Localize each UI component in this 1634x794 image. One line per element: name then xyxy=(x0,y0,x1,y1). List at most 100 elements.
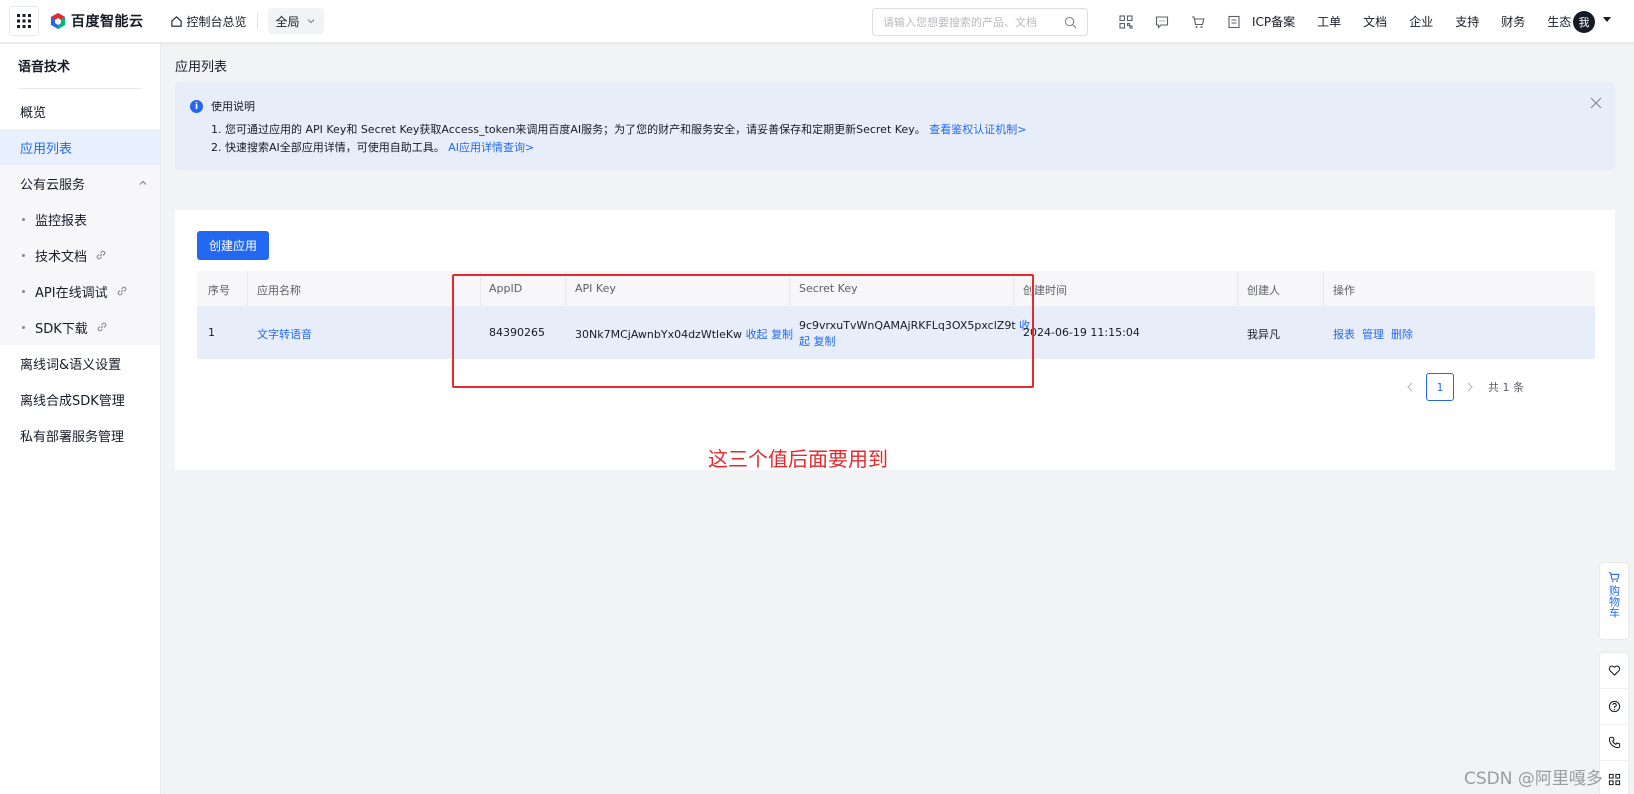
notice-line-1-text: 1. 您可通过应用的 API Key和 Secret Key获取Access_t… xyxy=(211,123,926,136)
chevron-right-icon xyxy=(1467,382,1473,392)
usage-notice: i 使用说明 1. 您可通过应用的 API Key和 Secret Key获取A… xyxy=(175,82,1615,170)
auth-mechanism-link[interactable]: 查看鉴权认证机制> xyxy=(929,123,1026,136)
user-avatar[interactable]: 我 xyxy=(1573,11,1595,33)
cart-button[interactable] xyxy=(1180,0,1216,43)
prev-page-button[interactable] xyxy=(1400,373,1420,401)
floating-cart-label: 购物车 xyxy=(1607,585,1621,618)
th-index: 序号 xyxy=(208,284,230,297)
qrcode-button[interactable] xyxy=(1108,0,1144,43)
chevron-up-icon xyxy=(139,180,147,185)
report-link[interactable]: 报表 xyxy=(1333,328,1355,341)
sidebar: 语音技术 概览 应用列表 公有云服务 监控报表 技术文档 API在线调试 SDK… xyxy=(0,44,161,794)
sidebar-divider xyxy=(18,88,142,89)
info-icon: i xyxy=(190,100,203,113)
sidebar-item-private-deploy[interactable]: 私有部署服务管理 xyxy=(0,417,160,453)
bullet-dot xyxy=(22,289,25,293)
sidebar-item-label: 监控报表 xyxy=(35,213,88,229)
sidebar-item-label: 应用列表 xyxy=(20,141,73,157)
th-actions: 操作 xyxy=(1333,284,1355,297)
notice-line-1: 1. 您可通过应用的 API Key和 Secret Key获取Access_t… xyxy=(211,121,1026,137)
brand-logo[interactable]: 百度智能云 xyxy=(49,11,144,31)
billing-button[interactable] xyxy=(1216,0,1252,43)
create-app-button[interactable]: 创建应用 xyxy=(197,231,270,260)
contact-button[interactable] xyxy=(1600,725,1628,761)
billing-icon xyxy=(1228,15,1240,28)
region-selector[interactable]: 全局 xyxy=(267,8,324,34)
topbar-icon-group xyxy=(1108,0,1252,43)
page-number-button[interactable]: 1 xyxy=(1426,373,1454,401)
app-detail-query-link[interactable]: AI应用详情查询> xyxy=(448,141,534,154)
menu-finance[interactable]: 财务 xyxy=(1501,13,1525,30)
phone-icon xyxy=(1608,736,1620,749)
cell-creator: 我异凡 xyxy=(1247,328,1280,341)
bullet-dot xyxy=(22,217,25,221)
product-menu-button[interactable] xyxy=(9,6,39,36)
external-link-icon xyxy=(96,250,106,260)
cell-app-name: 文字转语音 xyxy=(257,326,312,342)
page-title: 应用列表 xyxy=(175,60,228,75)
column-divider xyxy=(1323,271,1324,306)
menu-enterprise[interactable]: 企业 xyxy=(1409,13,1433,30)
sidebar-item-app-list[interactable]: 应用列表 xyxy=(0,129,160,165)
sidebar-item-label: 离线词&语义设置 xyxy=(20,357,122,373)
help-button[interactable] xyxy=(1600,689,1628,725)
sidebar-item-tech-docs[interactable]: 技术文档 xyxy=(0,237,160,273)
next-page-button[interactable] xyxy=(1460,373,1480,401)
global-search xyxy=(872,8,1088,36)
bullet-dot xyxy=(22,253,25,257)
heart-icon xyxy=(1608,665,1620,676)
sidebar-item-label: 私有部署服务管理 xyxy=(20,429,125,445)
bullet-dot xyxy=(22,325,25,329)
sidebar-item-overview[interactable]: 概览 xyxy=(0,93,160,129)
menu-ticket[interactable]: 工单 xyxy=(1317,13,1341,30)
menu-icp[interactable]: ICP备案 xyxy=(1252,13,1295,30)
sidebar-item-public-cloud[interactable]: 公有云服务 xyxy=(0,165,160,201)
baidu-cloud-logo-icon xyxy=(51,13,65,29)
th-creator: 创建人 xyxy=(1247,284,1280,297)
qrcode-icon xyxy=(1119,14,1133,29)
brand-name: 百度智能云 xyxy=(71,14,144,30)
chevron-down-icon xyxy=(307,19,314,24)
sidebar-item-offline-words[interactable]: 离线词&语义设置 xyxy=(0,345,160,381)
menu-docs[interactable]: 文档 xyxy=(1363,13,1387,30)
sidebar-item-label: API在线调试 xyxy=(35,285,108,301)
menu-ecosystem[interactable]: 生态 xyxy=(1547,13,1571,30)
notice-line-2: 2. 快速搜索AI全部应用详情，可使用自助工具。 AI应用详情查询> xyxy=(211,139,534,155)
app-name-link[interactable]: 文字转语音 xyxy=(257,328,312,341)
cart-icon xyxy=(1192,15,1205,28)
search-icon[interactable] xyxy=(1064,16,1077,29)
delete-link[interactable]: 删除 xyxy=(1391,328,1413,341)
close-icon[interactable] xyxy=(1589,96,1603,110)
sidebar-item-label: 概览 xyxy=(20,105,47,121)
notice-line-2-text: 2. 快速搜索AI全部应用详情，可使用自助工具。 xyxy=(211,141,445,154)
sidebar-title: 语音技术 xyxy=(18,60,71,75)
cell-index: 1 xyxy=(208,326,215,339)
chevron-left-icon xyxy=(1407,382,1413,392)
top-menu: ICP备案 工单 文档 企业 支持 财务 生态 xyxy=(1252,0,1593,43)
help-icon xyxy=(1608,700,1620,713)
search-input[interactable] xyxy=(883,15,1064,29)
pagination-total: 共 1 条 xyxy=(1488,381,1524,394)
pagination: 1 共 1 条 xyxy=(1400,372,1524,402)
menu-support[interactable]: 支持 xyxy=(1455,13,1479,30)
notice-title: 使用说明 xyxy=(211,100,255,113)
main-content: 应用列表 i 使用说明 1. 您可通过应用的 API Key和 Secret K… xyxy=(162,44,1634,794)
sidebar-item-offline-sdk[interactable]: 离线合成SDK管理 xyxy=(0,381,160,417)
th-app-name: 应用名称 xyxy=(257,284,301,297)
grid-icon xyxy=(1608,773,1620,785)
more-tools-button[interactable] xyxy=(1600,761,1628,794)
console-overview-link[interactable]: 控制台总览 xyxy=(170,13,247,30)
apps-grid-icon xyxy=(17,14,31,28)
topbar-divider xyxy=(256,13,258,29)
manage-link[interactable]: 管理 xyxy=(1362,328,1384,341)
favorite-button[interactable] xyxy=(1600,653,1628,689)
floating-cart-button[interactable]: 购物车 xyxy=(1599,562,1629,640)
sidebar-item-api-debug[interactable]: API在线调试 xyxy=(0,273,160,309)
floating-tool-group xyxy=(1599,652,1629,794)
sidebar-item-monitor-report[interactable]: 监控报表 xyxy=(0,201,160,237)
message-icon xyxy=(1155,15,1169,29)
user-menu-caret-icon[interactable] xyxy=(1603,17,1611,22)
region-label: 全局 xyxy=(275,14,300,29)
sidebar-item-sdk-download[interactable]: SDK下载 xyxy=(0,309,160,345)
message-button[interactable] xyxy=(1144,0,1180,43)
